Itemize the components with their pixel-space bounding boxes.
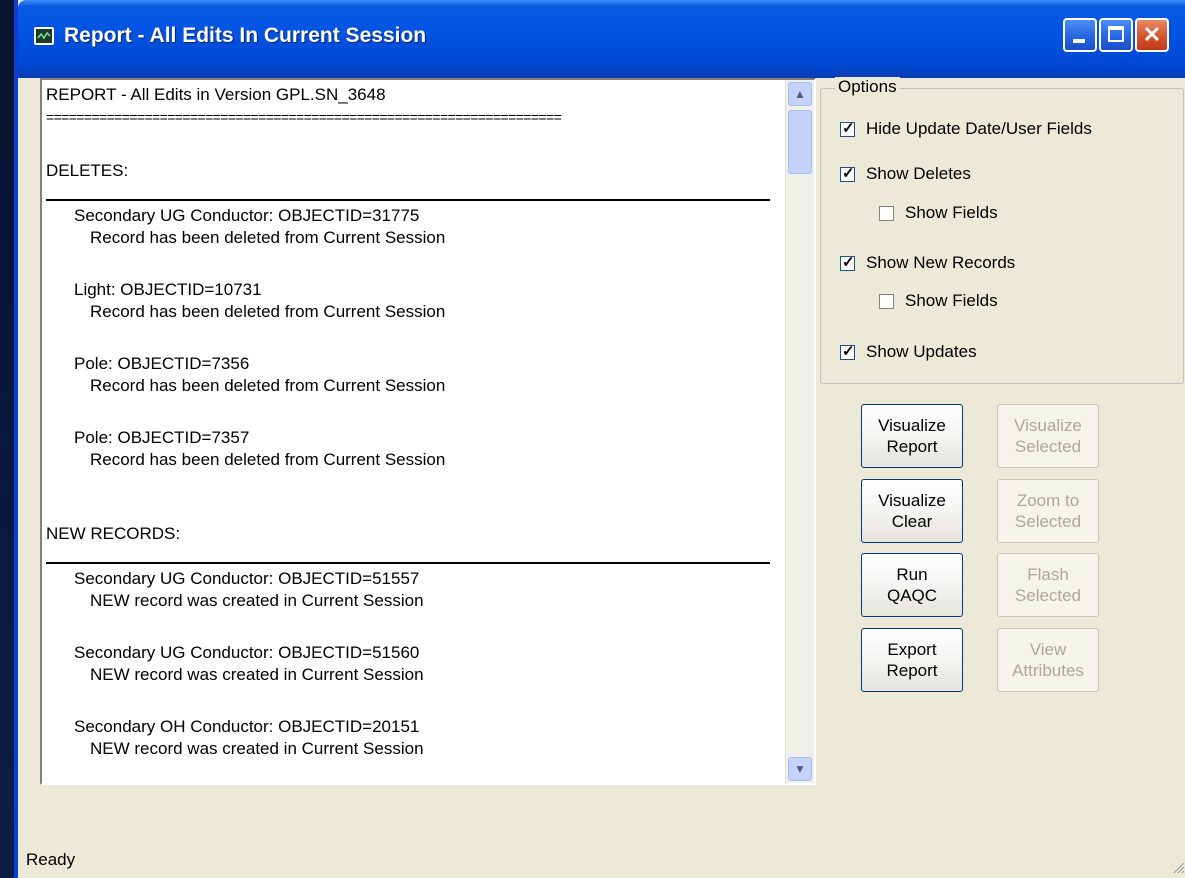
section-divider bbox=[46, 562, 770, 564]
status-text: Ready bbox=[26, 850, 76, 869]
button-label-line: View bbox=[1029, 640, 1067, 659]
close-button[interactable]: ✕ bbox=[1135, 18, 1169, 52]
entry-title: Secondary UG Conductor: OBJECTID=51560 bbox=[74, 643, 420, 662]
checkbox-label: Show Fields bbox=[905, 291, 998, 310]
checkbox-label: Show New Records bbox=[866, 253, 1016, 272]
entry-title: Pole: OBJECTID=7357 bbox=[74, 428, 250, 447]
show-deletes-checkbox[interactable]: ✓ Show Deletes bbox=[840, 164, 971, 184]
button-label-line: Attributes bbox=[1012, 661, 1084, 680]
visualize-selected-button[interactable]: Visualize Selected bbox=[997, 404, 1099, 468]
checkbox-checked[interactable]: ✓ bbox=[840, 342, 855, 360]
entry-title: Secondary UG Conductor: OBJECTID=51557 bbox=[74, 569, 420, 588]
button-label-line: Visualize bbox=[878, 491, 946, 510]
scroll-up-button[interactable]: ▲ bbox=[788, 82, 812, 106]
view-attributes-button[interactable]: View Attributes bbox=[997, 628, 1099, 692]
entry-title: Secondary OH Conductor: OBJECTID=20151 bbox=[74, 717, 420, 736]
zoom-to-selected-button[interactable]: Zoom to Selected bbox=[997, 479, 1099, 543]
checkbox-checked[interactable]: ✓ bbox=[840, 253, 855, 271]
options-legend: Options bbox=[835, 77, 900, 97]
button-label-line: Visualize bbox=[1014, 416, 1082, 435]
minimize-button[interactable] bbox=[1063, 18, 1097, 52]
title-bar[interactable]: Report - All Edits In Current Session ✕ bbox=[18, 0, 1185, 78]
checkbox-unchecked[interactable] bbox=[879, 205, 894, 221]
checkbox-checked[interactable]: ✓ bbox=[840, 119, 855, 137]
button-label-line: Visualize bbox=[878, 416, 946, 435]
app-icon bbox=[34, 27, 54, 45]
vertical-scrollbar[interactable]: ▲ ▼ bbox=[785, 80, 814, 783]
minimize-icon bbox=[1073, 39, 1085, 43]
close-icon: ✕ bbox=[1142, 22, 1162, 47]
show-new-records-checkbox[interactable]: ✓ Show New Records bbox=[840, 253, 1015, 273]
flash-selected-button[interactable]: Flash Selected bbox=[997, 553, 1099, 617]
entry-detail: NEW record was created in Current Sessio… bbox=[90, 665, 424, 684]
checkbox-label: Hide Update Date/User Fields bbox=[866, 119, 1092, 138]
chevron-down-icon: ▼ bbox=[794, 762, 806, 776]
entry-detail: NEW record was created in Current Sessio… bbox=[90, 591, 424, 610]
hide-update-fields-checkbox[interactable]: ✓ Hide Update Date/User Fields bbox=[840, 119, 1092, 139]
check-icon: ✓ bbox=[842, 253, 855, 271]
status-bar: Ready bbox=[18, 840, 1185, 878]
maximize-icon bbox=[1108, 26, 1124, 42]
entry-detail: Record has been deleted from Current Ses… bbox=[90, 450, 446, 469]
entry-detail: NEW record was created in Current Sessio… bbox=[90, 739, 424, 758]
button-label-line: Selected bbox=[1014, 437, 1082, 456]
checkbox-label: Show Updates bbox=[866, 342, 977, 361]
button-label-line: Report bbox=[886, 661, 938, 680]
button-label-line: Export bbox=[887, 640, 937, 659]
button-label-line: QAQC bbox=[886, 586, 938, 605]
show-deletes-fields-checkbox[interactable]: Show Fields bbox=[879, 203, 998, 223]
check-icon: ✓ bbox=[842, 119, 855, 137]
check-icon: ✓ bbox=[842, 342, 855, 360]
button-label-line: Selected bbox=[1014, 586, 1082, 605]
section-divider bbox=[46, 199, 770, 201]
report-textbox[interactable]: REPORT - All Edits in Version GPL.SN_364… bbox=[40, 78, 816, 785]
resize-grip-icon[interactable] bbox=[1171, 860, 1185, 874]
button-label-line: Flash bbox=[1027, 565, 1069, 584]
show-updates-checkbox[interactable]: ✓ Show Updates bbox=[840, 342, 977, 362]
checkbox-label: Show Deletes bbox=[866, 164, 971, 183]
visualize-report-button[interactable]: Visualize Report bbox=[861, 404, 963, 468]
button-label-line: Run bbox=[896, 565, 928, 584]
show-new-records-fields-checkbox[interactable]: Show Fields bbox=[879, 291, 998, 311]
report-rule: ========================================… bbox=[46, 109, 562, 125]
entry-title: Pole: OBJECTID=7356 bbox=[74, 354, 250, 373]
entry-title: Light: OBJECTID=10731 bbox=[74, 280, 262, 299]
checkbox-label: Show Fields bbox=[905, 203, 998, 222]
button-label-line: Report bbox=[886, 437, 938, 456]
entry-detail: Record has been deleted from Current Ses… bbox=[90, 376, 446, 395]
window-title: Report - All Edits In Current Session bbox=[64, 24, 427, 47]
export-report-button[interactable]: Export Report bbox=[861, 628, 963, 692]
entry-detail: Record has been deleted from Current Ses… bbox=[90, 302, 446, 321]
button-label-line: Zoom to bbox=[1016, 491, 1080, 510]
report-window: Report - All Edits In Current Session ✕ … bbox=[14, 0, 1185, 878]
entry-detail: Record has been deleted from Current Ses… bbox=[90, 228, 446, 247]
checkbox-unchecked[interactable] bbox=[879, 293, 894, 309]
checkbox-checked[interactable]: ✓ bbox=[840, 164, 855, 182]
check-icon: ✓ bbox=[842, 164, 855, 182]
button-label-line: Clear bbox=[891, 512, 933, 531]
button-label-line: Selected bbox=[1014, 512, 1082, 531]
section-heading-deletes: DELETES: bbox=[46, 161, 129, 180]
visualize-clear-button[interactable]: Visualize Clear bbox=[861, 479, 963, 543]
maximize-button[interactable] bbox=[1099, 18, 1133, 52]
entry-title: Secondary UG Conductor: OBJECTID=31775 bbox=[74, 206, 420, 225]
scroll-down-button[interactable]: ▼ bbox=[788, 757, 812, 781]
scroll-thumb[interactable] bbox=[788, 110, 812, 174]
report-header: REPORT - All Edits in Version GPL.SN_364… bbox=[46, 85, 386, 104]
run-qaqc-button[interactable]: Run QAQC bbox=[861, 553, 963, 617]
section-heading-new-records: NEW RECORDS: bbox=[46, 524, 181, 543]
chevron-up-icon: ▲ bbox=[794, 87, 806, 101]
